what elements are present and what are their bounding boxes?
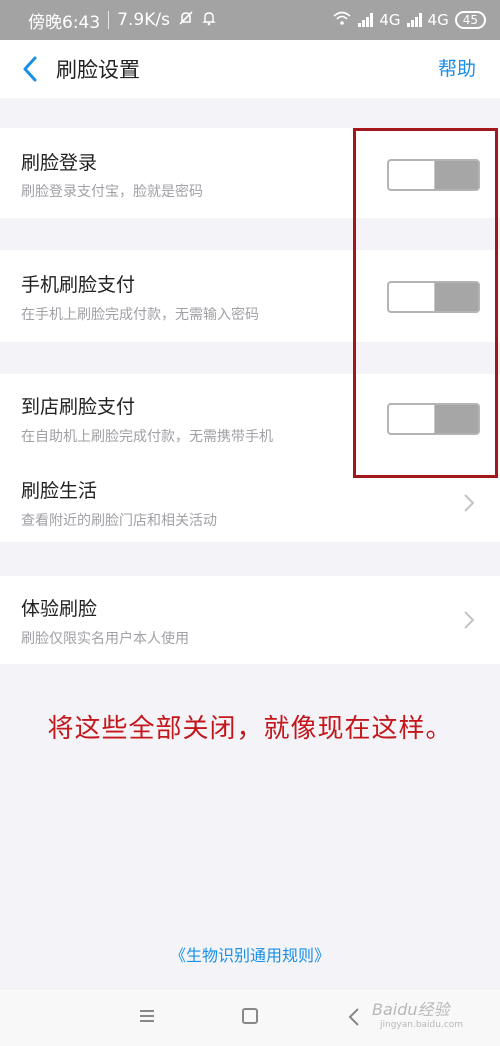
setting-subtitle: 在手机上刷脸完成付款，无需输入密码 bbox=[21, 307, 259, 323]
link-title: 刷脸生活 bbox=[21, 480, 98, 502]
biometric-rules-link[interactable]: 《生物识别通用规则》 bbox=[0, 942, 500, 966]
link-title: 体验刷脸 bbox=[21, 598, 98, 620]
link-subtitle: 查看附近的刷脸门店和相关活动 bbox=[21, 513, 217, 529]
setting-title: 刷脸登录 bbox=[21, 152, 98, 174]
setting-title: 到店刷脸支付 bbox=[21, 396, 136, 418]
page-header: 刷脸设置 帮助 bbox=[0, 40, 500, 98]
face-login-toggle[interactable] bbox=[387, 159, 480, 191]
battery-icon: 45 bbox=[454, 11, 486, 29]
network-type-2: 4G bbox=[427, 11, 449, 29]
setting-title: 手机刷脸支付 bbox=[21, 274, 136, 296]
link-try-face[interactable]: 体验刷脸 刷脸仅限实名用户本人使用 bbox=[0, 576, 500, 664]
help-link[interactable]: 帮助 bbox=[438, 54, 476, 81]
back-arrow-icon[interactable] bbox=[18, 55, 42, 83]
annotation-text: 将这些全部关闭，就像现在这样。 bbox=[47, 714, 453, 744]
baidu-watermark: Baidu经验 jingyan.baidu.com bbox=[372, 996, 472, 1032]
chevron-right-icon bbox=[462, 492, 476, 514]
toggle-knob bbox=[389, 283, 435, 311]
mute-icon bbox=[178, 10, 194, 31]
status-bar: 傍晚6:43 7.9K/s 4G 4G 45 bbox=[0, 0, 500, 40]
chevron-right-icon bbox=[462, 609, 476, 631]
toggle-knob bbox=[389, 161, 435, 189]
setting-subtitle: 刷脸登录支付宝，脸就是密码 bbox=[21, 184, 203, 200]
page-title: 刷脸设置 bbox=[56, 58, 140, 82]
home-icon[interactable] bbox=[241, 1007, 259, 1029]
wifi-icon bbox=[332, 10, 352, 30]
watermark-url: jingyan.baidu.com bbox=[380, 1020, 464, 1030]
mobile-face-pay-toggle[interactable] bbox=[387, 281, 480, 313]
back-nav-icon[interactable] bbox=[347, 1007, 361, 1031]
signal-icon bbox=[358, 13, 374, 27]
menu-icon[interactable] bbox=[138, 1007, 156, 1029]
setting-group-store: 到店刷脸支付 在自助机上刷脸完成付款，无需携带手机 刷脸生活 查看附近的刷脸门店… bbox=[0, 374, 500, 542]
link-face-life[interactable]: 刷脸生活 查看附近的刷脸门店和相关活动 bbox=[0, 458, 500, 542]
notification-bell-icon bbox=[202, 10, 216, 31]
status-divider bbox=[108, 11, 110, 29]
network-speed: 7.9K/s bbox=[117, 10, 170, 30]
toggle-knob bbox=[389, 405, 435, 433]
network-type-1: 4G bbox=[379, 11, 401, 29]
setting-face-login: 刷脸登录 刷脸登录支付宝，脸就是密码 bbox=[0, 128, 500, 218]
setting-subtitle: 在自助机上刷脸完成付款，无需携带手机 bbox=[21, 429, 273, 445]
setting-mobile-face-pay: 手机刷脸支付 在手机上刷脸完成付款，无需输入密码 bbox=[0, 250, 500, 342]
setting-store-face-pay: 到店刷脸支付 在自助机上刷脸完成付款，无需携带手机 bbox=[0, 374, 500, 458]
battery-level: 45 bbox=[462, 13, 478, 27]
signal-icon-2 bbox=[406, 13, 422, 27]
status-time: 傍晚6:43 bbox=[28, 12, 101, 33]
link-subtitle: 刷脸仅限实名用户本人使用 bbox=[21, 631, 189, 647]
store-face-pay-toggle[interactable] bbox=[387, 403, 480, 435]
watermark-logo: Baidu经验 bbox=[372, 1000, 450, 1019]
